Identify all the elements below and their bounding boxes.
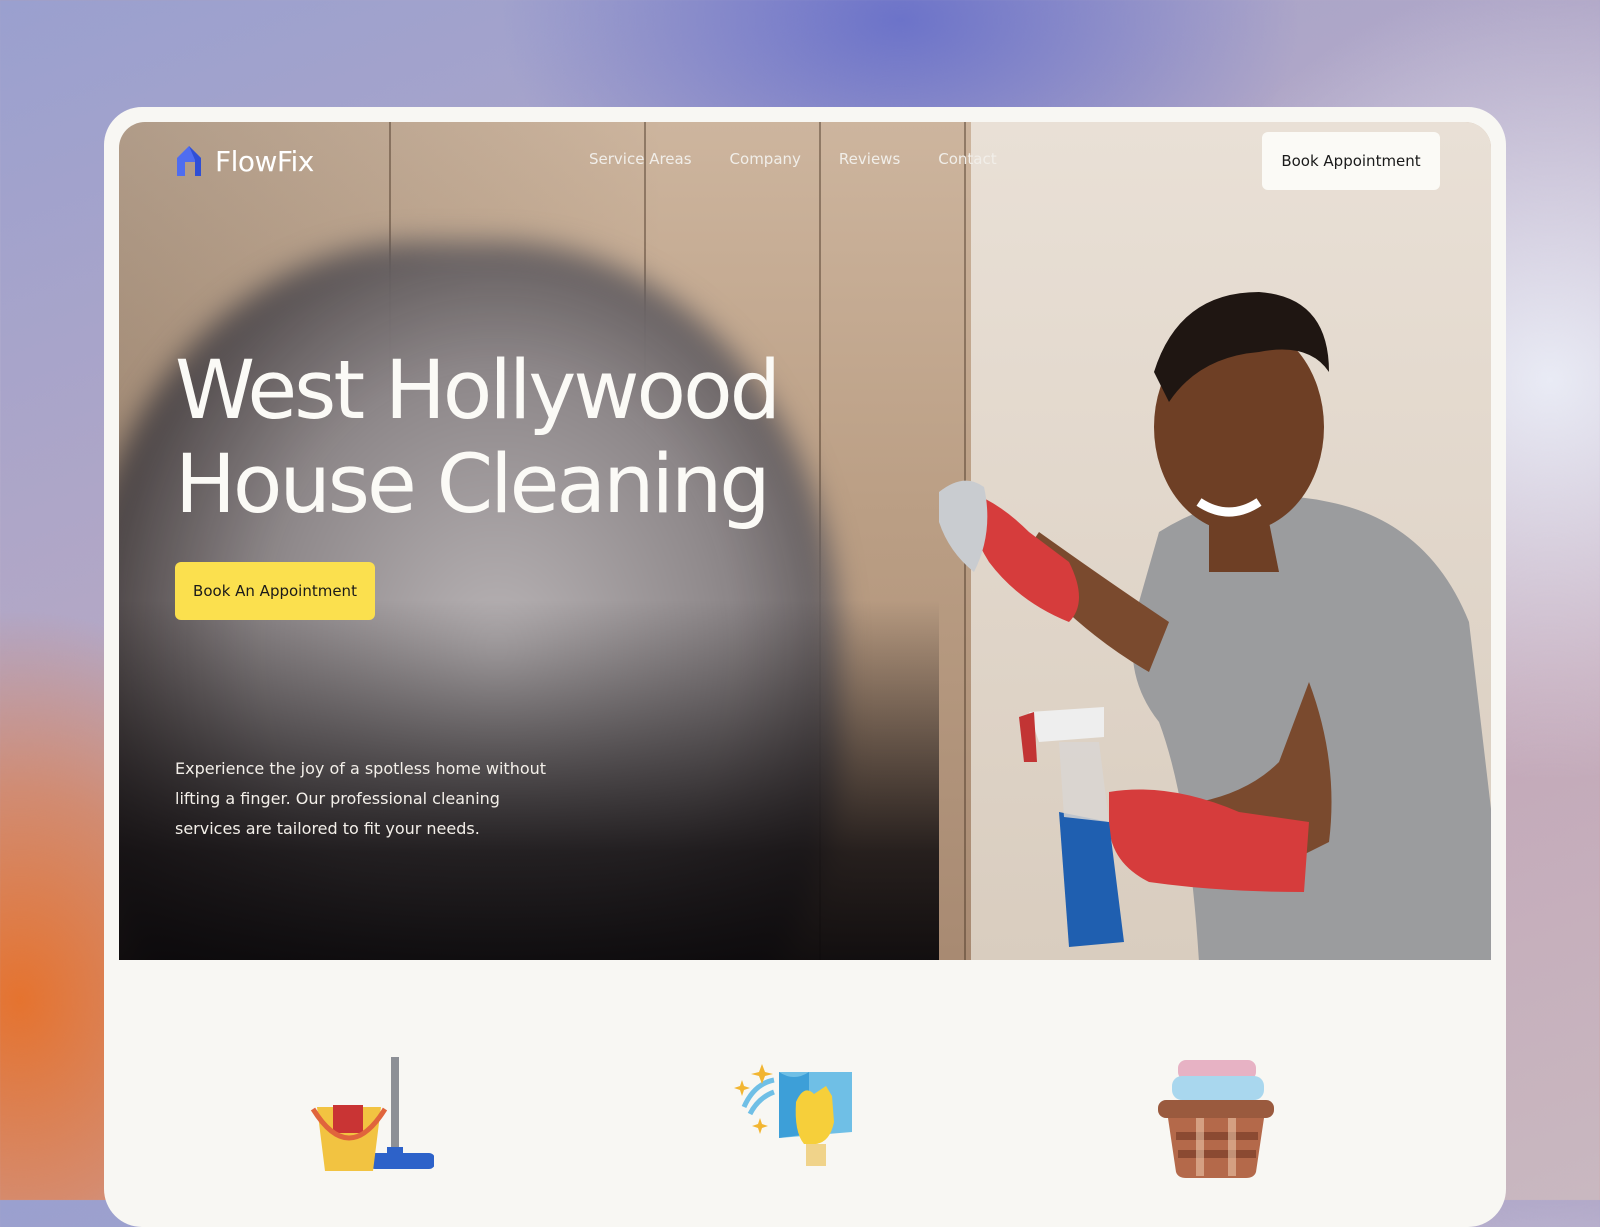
window-cleaning-icon <box>734 1064 852 1166</box>
headline-line-2: House Cleaning <box>175 438 771 532</box>
main-navigation: Service Areas Company Reviews Contact <box>589 150 997 168</box>
headline-line-1: West Hollywood <box>175 344 781 438</box>
hero-headline: West Hollywood House Cleaning <box>175 344 781 532</box>
house-logo-icon <box>177 146 201 176</box>
nav-link-company[interactable]: Company <box>730 150 801 168</box>
hero-description: Experience the joy of a spotless home wi… <box>175 759 547 838</box>
browser-frame: FlowFix Service Areas Company Reviews Co… <box>104 107 1506 1227</box>
services-section <box>104 960 1506 1227</box>
hero-photo-cleaner <box>939 292 1491 960</box>
nav-link-reviews[interactable]: Reviews <box>839 150 900 168</box>
nav-link-contact[interactable]: Contact <box>938 150 996 168</box>
laundry-basket-icon <box>1158 1060 1274 1178</box>
brand-name: FlowFix <box>215 144 314 178</box>
bucket-mop-icon <box>310 1057 434 1171</box>
hero-section: FlowFix Service Areas Company Reviews Co… <box>119 122 1491 960</box>
brand-logo[interactable]: FlowFix <box>175 144 314 178</box>
nav-link-service-areas[interactable]: Service Areas <box>589 150 692 168</box>
book-an-appointment-button[interactable]: Book An Appointment <box>175 562 375 620</box>
book-appointment-button[interactable]: Book Appointment <box>1262 132 1440 190</box>
